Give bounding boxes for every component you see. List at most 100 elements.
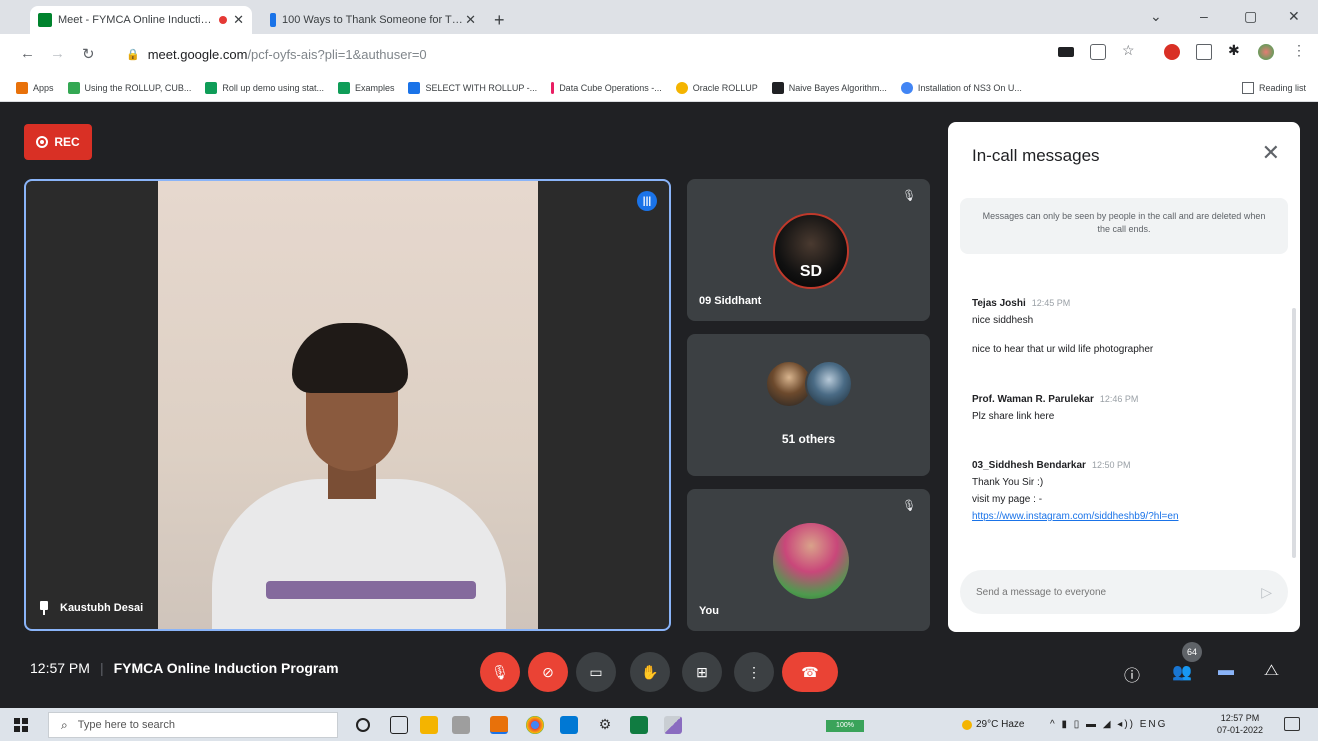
meeting-details-icon[interactable]: ⓘ [1124,662,1140,686]
bookmark-item[interactable]: Apps [16,81,54,94]
bookmark-item[interactable]: Naive Bayes Algorithm... [771,81,887,94]
weather-widget[interactable]: 29°C Haze [962,719,1024,730]
back-icon[interactable]: ← [20,45,35,62]
people-icon[interactable]: 👥 [1172,662,1192,682]
url-path: /pcf-oyfs-ais?pli=1&authuser=0 [247,46,427,62]
reading-list-button[interactable]: Reading list [1241,82,1306,94]
meet-control-bar: 12:57 PM | FYMCA Online Induction Progra… [0,632,1318,708]
chrome-icon[interactable] [526,716,544,734]
cortana-icon[interactable] [356,718,370,732]
language-indicator[interactable]: ENG [1140,719,1168,730]
bookmark-item[interactable]: Installation of NS3 On U... [900,81,1022,94]
taskbar-search[interactable]: ⌕ Type here to search [48,712,338,738]
tab-title: 100 Ways to Thank Someone for Their [282,14,466,26]
tab-meet[interactable]: Meet - FYMCA Online Induction P ✕ [30,6,252,34]
tray-chevron-icon[interactable]: ^ [1050,719,1057,730]
recording-dot-icon [219,16,228,24]
profile-avatar[interactable] [1258,44,1274,60]
reload-icon[interactable]: ↻ [82,45,95,63]
chat-scrollbar[interactable] [1292,308,1296,558]
file-explorer-icon[interactable] [420,716,438,734]
page-favicon-icon [270,13,276,27]
notification-center-icon[interactable] [1284,717,1300,731]
store-icon[interactable] [452,716,470,734]
leave-call-button[interactable]: ☎ [782,652,838,692]
chat-message: Tejas Joshi 12:45 PM nice siddhesh nice t… [972,298,1282,355]
extensions-puzzle-icon[interactable]: ✱ [1228,42,1244,58]
others-avatars [761,360,861,414]
bookmark-item[interactable]: SELECT WITH ROLLUP -... [408,81,538,94]
more-options-button[interactable]: ⋮ [734,652,774,692]
bookmark-favicon-icon [205,81,218,94]
battery-indicator[interactable]: 100% [826,720,864,732]
message-link[interactable]: https://www.instagram.com/siddheshb9/?hl… [972,511,1282,522]
reading-list-label: Reading list [1258,83,1306,93]
chat-message-input[interactable] [976,586,1262,598]
participant-name: You [699,605,719,617]
forward-icon[interactable]: → [50,45,65,62]
system-tray[interactable]: ^ ▮ ▯ ▬ ◢ ◂)) ENG [1050,719,1167,730]
participant-tile-others[interactable]: 51 others [687,334,930,476]
minimize-button[interactable]: – [1200,8,1208,24]
captions-button[interactable]: ▭ [576,652,616,692]
sublime-icon[interactable] [490,716,508,734]
bookmark-label: Apps [33,82,54,93]
participant-tile-you[interactable]: 🎙 You [687,489,930,631]
taskbar-clock[interactable]: 12:57 PM 07-01-2022 [1210,712,1270,736]
bookmark-item[interactable]: Roll up demo using stat... [205,81,324,94]
excel-icon[interactable] [630,716,648,734]
close-window-button[interactable]: ✕ [1288,8,1300,25]
maximize-button[interactable]: ▢ [1244,8,1257,25]
participants-count-badge: 64 [1182,642,1202,662]
pin-icon[interactable] [38,601,50,615]
chat-icon[interactable]: ▬ [1218,662,1234,680]
task-view-icon[interactable] [390,716,408,734]
bookmark-item[interactable]: Data Cube Operations -... [551,81,662,94]
tab-close-icon[interactable]: ✕ [465,12,476,28]
bookmark-label: Roll up demo using stat... [222,82,324,93]
send-icon[interactable]: ▷ [1261,584,1272,601]
bookmark-item[interactable]: Examples [337,81,394,94]
activities-icon[interactable]: ⧍ [1264,662,1279,680]
bookmark-label: Using the ROLLUP, CUB... [84,82,192,93]
bookmark-favicon-icon [551,81,555,94]
bookmark-star-icon[interactable]: ☆ [1122,42,1138,58]
bookmark-item[interactable]: Using the ROLLUP, CUB... [67,81,192,94]
paint-icon[interactable] [664,716,682,734]
outlook-icon[interactable] [560,716,578,734]
camera-icon[interactable] [1058,47,1074,57]
close-icon[interactable]: ✕ [1262,142,1280,164]
present-screen-button[interactable]: ⊞ [682,652,722,692]
bookmark-favicon-icon [771,81,784,94]
microphone-toggle-button[interactable]: 🎙 [480,652,520,692]
adblock-extension-icon[interactable] [1164,44,1180,60]
speaker-shirt [212,479,506,629]
menu-kebab-icon[interactable]: ⋮ [1292,42,1308,58]
install-app-icon[interactable] [1090,44,1106,60]
camera-off-icon: ⊘ [542,663,554,680]
speaker-shirt-print [266,581,476,599]
others-count-label: 51 others [781,432,836,446]
message-sender: 03_Siddhesh Bendarkar [972,460,1086,471]
windows-start-icon[interactable] [14,718,28,732]
info-separator: | [99,660,104,676]
address-bar[interactable]: 🔒 meet.google.com /pcf-oyfs-ais?pli=1&au… [112,40,1052,68]
tab-close-icon[interactable]: ✕ [233,12,244,28]
raise-hand-button[interactable]: ✋ [630,652,670,692]
bookmark-label: SELECT WITH ROLLUP -... [425,82,538,93]
extension-icon[interactable] [1196,44,1212,60]
new-tab-button[interactable]: + [494,10,505,31]
browser-tabstrip: Meet - FYMCA Online Induction P ✕ 100 Wa… [0,0,1318,34]
settings-gear-icon[interactable]: ⚙ [596,716,614,734]
main-tile-name: Kaustubh Desai [38,601,143,615]
camera-toggle-button[interactable]: ⊘ [528,652,568,692]
recording-button[interactable]: REC [24,124,92,160]
bookmark-item[interactable]: Oracle ROLLUP [675,81,758,94]
participant-tile-siddhant[interactable]: 🎙 SD 09 Siddhant [687,179,930,321]
reading-list-icon [1241,82,1254,94]
bookmark-label: Oracle ROLLUP [692,82,758,93]
main-video-tile[interactable]: ||| Kaustubh Desai [24,179,671,631]
tab-thank-you[interactable]: 100 Ways to Thank Someone for Their ✕ [262,6,484,34]
chat-message: Prof. Waman R. Parulekar 12:46 PM Plz sha… [972,394,1282,422]
tab-search-icon[interactable]: ⌄ [1150,8,1162,25]
